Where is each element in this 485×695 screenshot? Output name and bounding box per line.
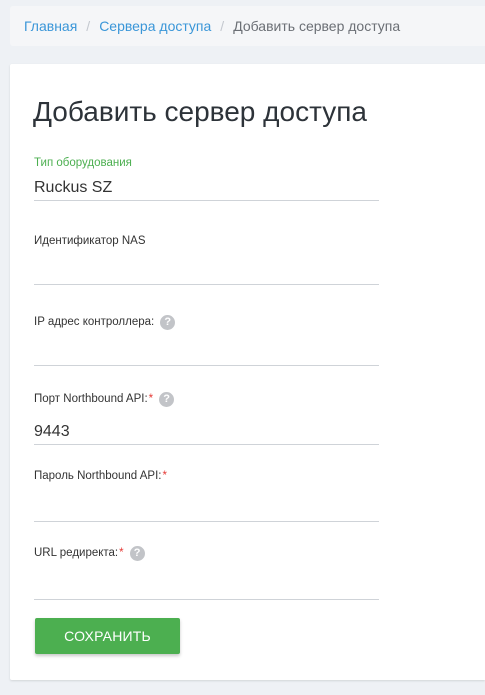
breadcrumb-home-link[interactable]: Главная [24,18,77,34]
question-icon[interactable]: ? [129,545,145,561]
nb-port-label: Порт Northbound API: * ? [34,390,175,408]
nb-password-label-text: Пароль Northbound API: [34,470,162,482]
equipment-type-input[interactable] [34,175,379,201]
nb-port-label-text: Порт Northbound API: [34,393,148,405]
controller-ip-input[interactable] [34,340,379,366]
question-icon[interactable]: ? [159,391,175,407]
save-button[interactable]: СОХРАНИТЬ [35,618,180,654]
nas-id-label-text: Идентификатор NAS [34,235,146,247]
redirect-url-label: URL редиректа: * ? [34,544,145,562]
required-mark: * [162,470,167,482]
form-card: Добавить сервер доступа Тип оборудования… [10,64,485,680]
breadcrumb-separator: / [86,18,91,34]
controller-ip-label-text: IP адрес контроллера: [34,316,155,328]
required-mark: * [119,547,124,559]
nb-password-label: Пароль Northbound API: * [34,467,167,485]
equipment-type-label-text: Тип оборудования [34,157,132,169]
nb-port-input[interactable] [34,419,379,445]
breadcrumb-servers-link[interactable]: Сервера доступа [99,18,211,34]
breadcrumb-separator: / [220,18,225,34]
required-mark: * [148,393,154,405]
page-title: Добавить сервер доступа [33,96,367,127]
nas-id-input[interactable] [34,259,379,285]
redirect-url-label-text: URL редиректа: [34,547,119,559]
breadcrumb: Главная / Сервера доступа / Добавить сер… [10,6,485,46]
controller-ip-label: IP адрес контроллера: ? [34,313,176,331]
breadcrumb-current: Добавить сервер доступа [233,18,401,34]
redirect-url-input[interactable] [34,574,379,600]
nb-password-input[interactable] [34,496,379,522]
equipment-type-label: Тип оборудования [34,154,132,172]
question-icon[interactable]: ? [160,314,176,330]
nas-id-label: Идентификатор NAS [34,232,146,250]
